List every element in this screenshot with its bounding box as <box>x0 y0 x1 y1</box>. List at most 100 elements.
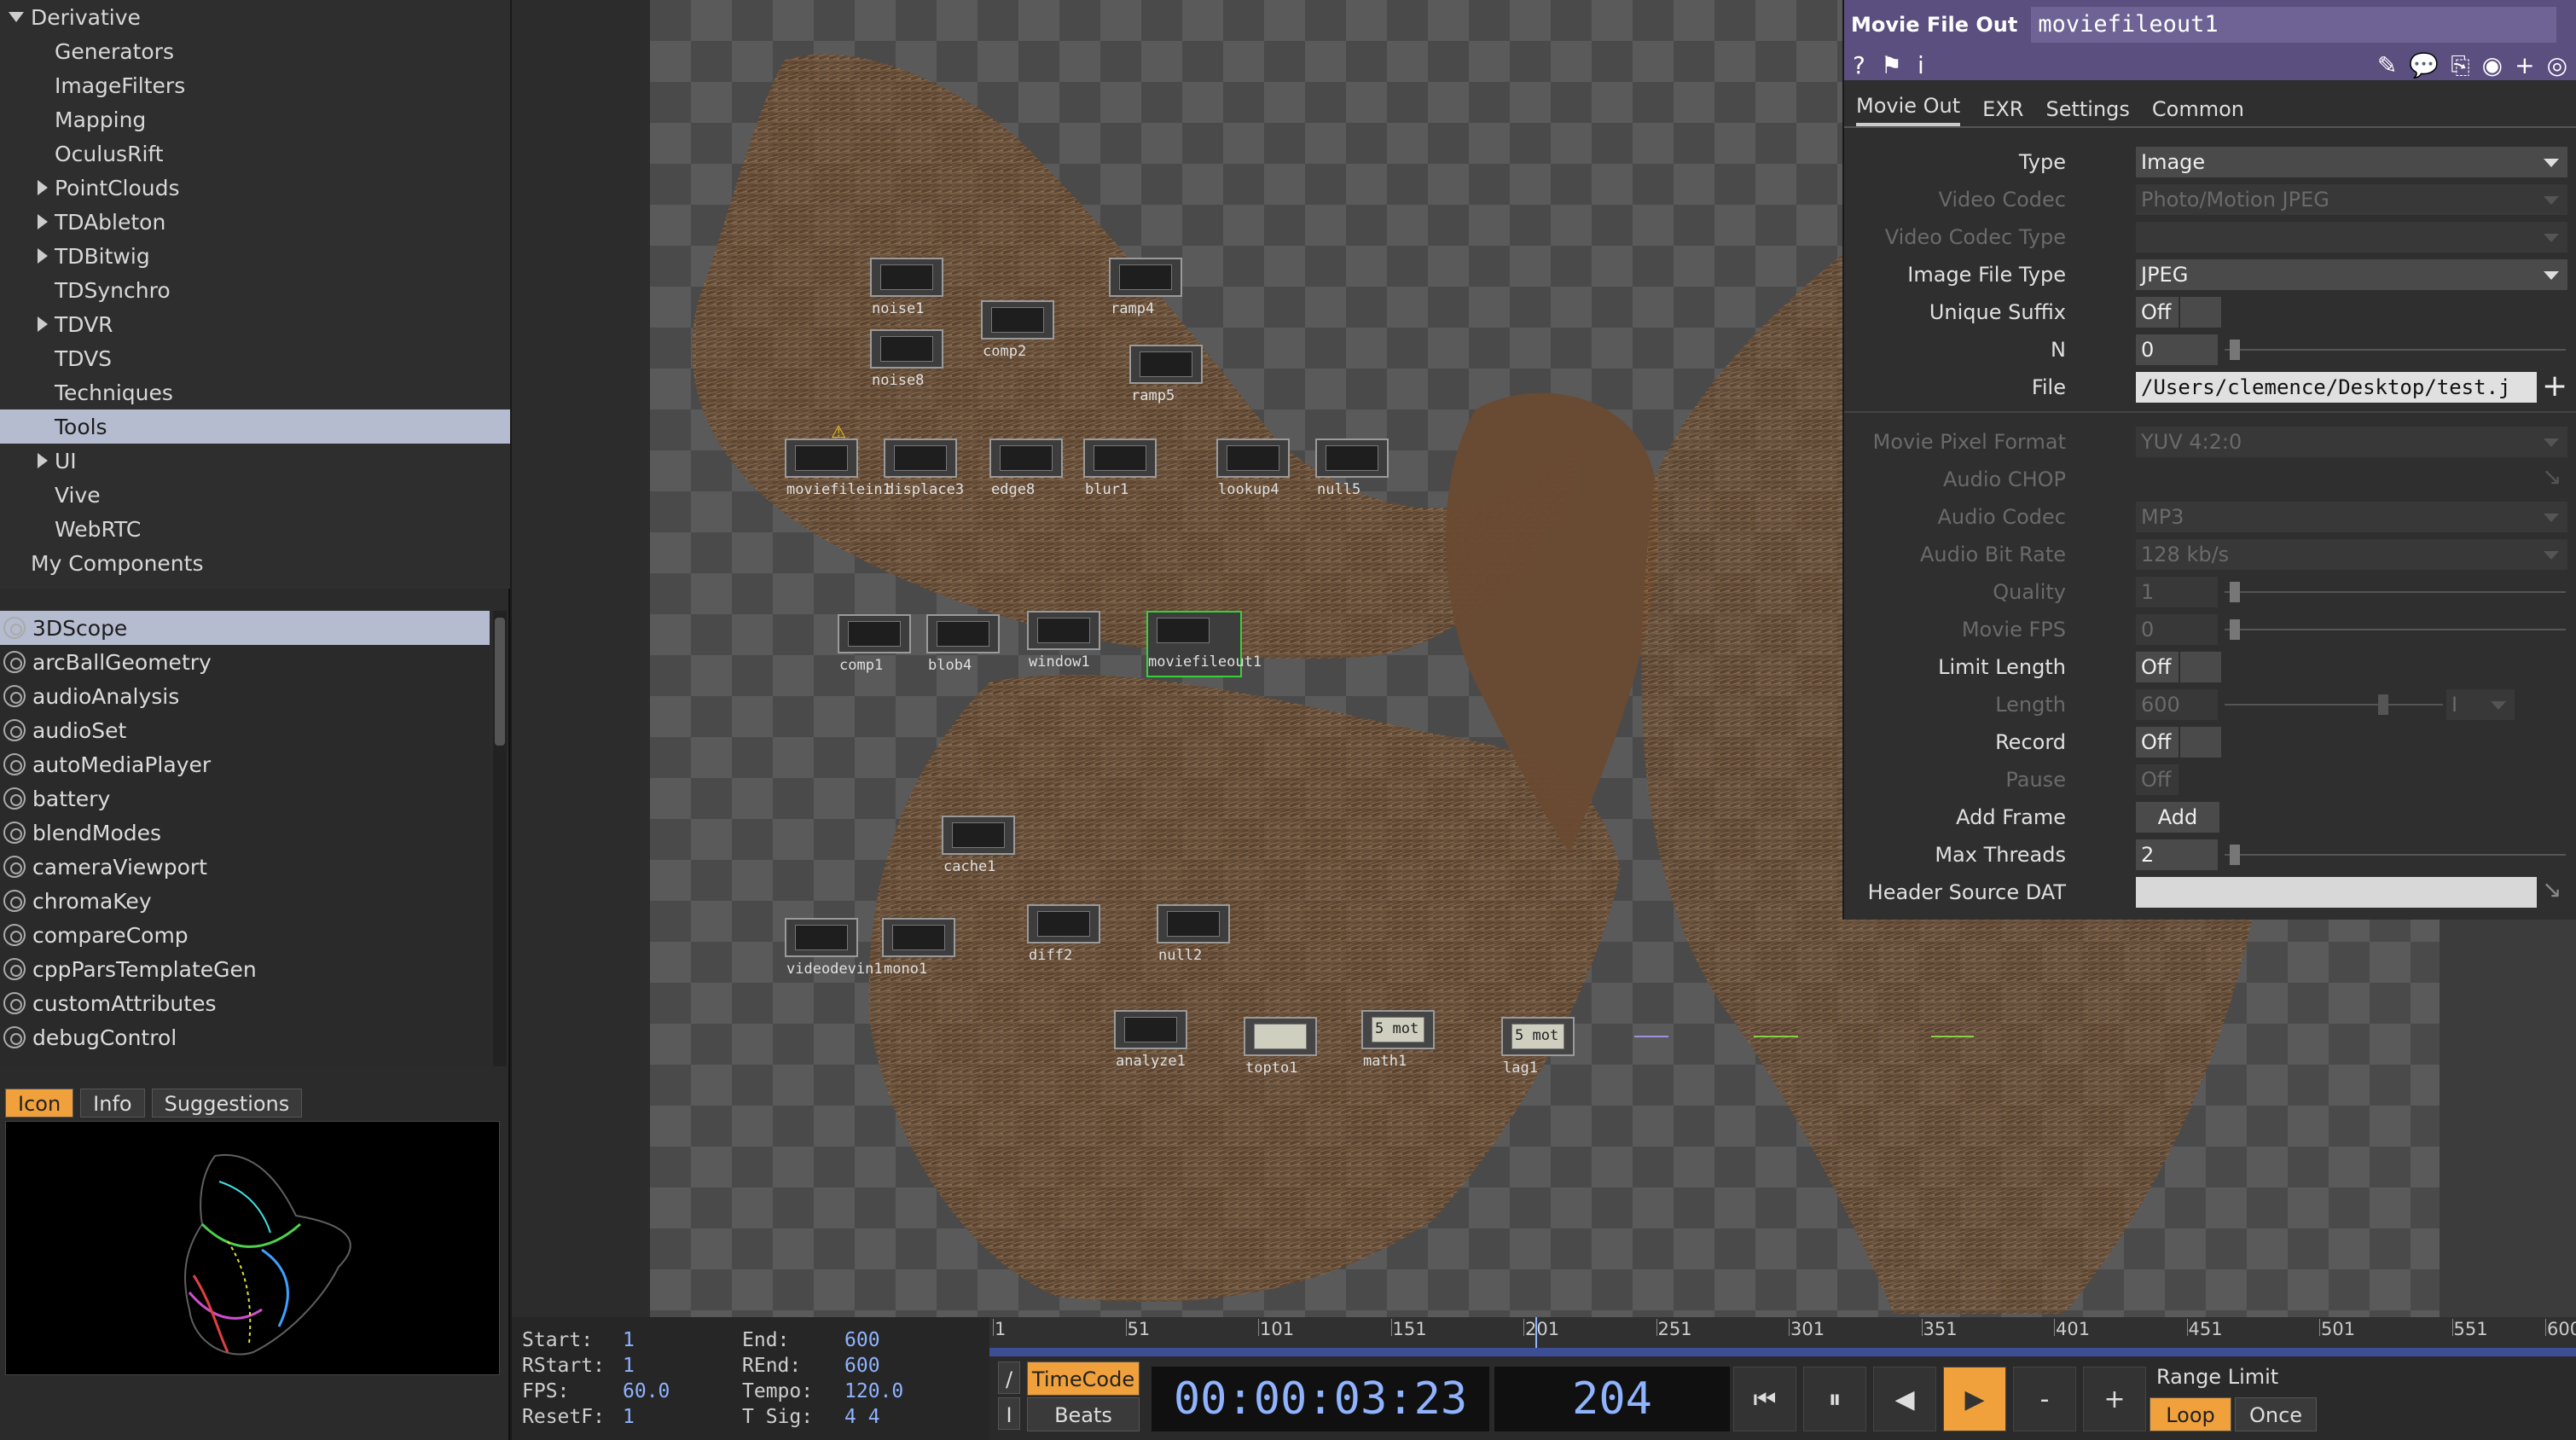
tree-item-tdvr[interactable]: TDVR <box>0 307 510 341</box>
once-button[interactable]: Once <box>2235 1397 2317 1431</box>
param-tab-movie-out[interactable]: Movie Out <box>1856 94 1961 126</box>
tree-item-vive[interactable]: Vive <box>0 478 510 512</box>
tree-item-tdableton[interactable]: TDAbleton <box>0 205 510 239</box>
expand-triangle-icon[interactable] <box>38 214 48 229</box>
step-plus-button[interactable]: + <box>2083 1367 2146 1431</box>
tree-item-techniques[interactable]: Techniques <box>0 375 510 409</box>
time-info-value[interactable]: 4 4 <box>844 1406 880 1428</box>
param-slider-knob[interactable] <box>2230 845 2240 865</box>
param-file-field[interactable]: /Users/clemence/Desktop/test.j <box>2136 372 2537 403</box>
time-info-fps[interactable]: FPS: 60.0 <box>522 1380 670 1402</box>
tab-info[interactable]: Info <box>80 1089 145 1118</box>
comment-icon[interactable]: 💬 <box>2409 51 2439 80</box>
operator-node-lookup4[interactable]: lookup4 <box>1216 438 1290 498</box>
param-tab-settings[interactable]: Settings <box>2045 97 2129 126</box>
time-info-value[interactable]: 600 <box>844 1355 880 1377</box>
operator-node-cache1[interactable]: cache1 <box>942 816 1015 875</box>
timecode-button[interactable]: TimeCode <box>1027 1362 1140 1396</box>
time-info-tempo[interactable]: Tempo: 120.0 <box>742 1380 903 1402</box>
time-info-value[interactable]: 60.0 <box>623 1380 670 1402</box>
component-item[interactable]: customAttributes <box>0 986 490 1020</box>
param-tab-exr[interactable]: EXR <box>1982 97 2023 126</box>
operator-node-lag1[interactable]: 5 mot lag1 <box>1501 1017 1575 1077</box>
time-info-tsig[interactable]: T Sig: 4 4 <box>742 1406 880 1428</box>
tree-item-generators[interactable]: Generators <box>0 34 510 68</box>
component-item[interactable]: blendModes <box>0 816 490 850</box>
component-list-scrollbar[interactable] <box>493 611 507 1066</box>
component-item[interactable]: autoMediaPlayer <box>0 747 490 781</box>
param-dropdown[interactable]: JPEG <box>2136 259 2567 290</box>
toggle-box[interactable] <box>2180 297 2221 328</box>
operator-node-edge8[interactable]: edge8 <box>989 438 1063 498</box>
time-info-value[interactable]: 1 <box>623 1406 635 1428</box>
time-info-value[interactable]: 120.0 <box>844 1380 903 1402</box>
param-number-field[interactable]: 2 <box>2136 839 2218 870</box>
time-info-value[interactable]: 600 <box>844 1329 880 1351</box>
operator-node-blur1[interactable]: blur1 <box>1083 438 1157 498</box>
edit-icon[interactable]: ✎ <box>2377 51 2397 80</box>
component-item[interactable]: cppParsTemplateGen <box>0 952 490 986</box>
expand-triangle-icon[interactable] <box>38 316 48 332</box>
operator-node-mono1[interactable]: mono1 <box>882 918 955 978</box>
clone-icon[interactable]: ⎘ <box>2451 51 2469 80</box>
time-info-rstart[interactable]: RStart: 1 <box>522 1355 635 1377</box>
tree-item-derivative[interactable]: Derivative <box>0 0 510 34</box>
play-forward-button[interactable]: ▶ <box>1943 1367 2006 1431</box>
dat-reference-arrow-icon[interactable]: ↘ <box>2542 875 2561 903</box>
frame-display[interactable]: 204 <box>1494 1367 1730 1431</box>
time-info-value[interactable]: 1 <box>623 1329 635 1351</box>
toggle-box[interactable] <box>2180 727 2221 758</box>
operator-node-moviefilein1[interactable]: moviefilein1 ⚠ <box>785 421 891 498</box>
tree-item-tdvs[interactable]: TDVS <box>0 341 510 375</box>
warning-icon[interactable]: ⚠ <box>831 421 846 442</box>
expand-triangle-icon[interactable] <box>38 248 48 264</box>
add-icon[interactable]: + <box>2515 51 2534 80</box>
tree-item-imagefilters[interactable]: ImageFilters <box>0 68 510 102</box>
time-info-value[interactable]: 1 <box>623 1355 635 1377</box>
operator-node-math1[interactable]: 5 mot math1 <box>1361 1010 1435 1070</box>
collapse-triangle-icon[interactable] <box>9 12 24 22</box>
python-help-icon[interactable]: ⚑ <box>1881 51 1902 79</box>
operator-node-topto1[interactable]: topto1 <box>1244 1017 1317 1077</box>
python-icon[interactable]: ◉ <box>2482 51 2503 80</box>
bar-toggle[interactable]: I <box>998 1397 1020 1430</box>
component-item[interactable]: compareComp <box>0 918 490 952</box>
loop-button[interactable]: Loop <box>2150 1397 2231 1431</box>
operator-node-noise1[interactable]: noise1 <box>870 258 943 317</box>
param-number-field[interactable]: 0 <box>2136 334 2218 365</box>
slash-toggle[interactable]: / <box>998 1362 1020 1394</box>
time-info-end[interactable]: End: 600 <box>742 1329 880 1351</box>
tree-item-mapping[interactable]: Mapping <box>0 102 510 136</box>
tab-icon[interactable]: Icon <box>5 1089 74 1118</box>
op-name-field[interactable]: moviefileout1 <box>2031 7 2557 43</box>
operator-node-displace3[interactable]: displace3 <box>884 438 964 498</box>
param-dropdown[interactable]: Image <box>2136 147 2567 177</box>
beats-button[interactable]: Beats <box>1027 1397 1140 1431</box>
operator-node-comp1[interactable]: comp1 <box>838 614 911 674</box>
time-info-rend[interactable]: REnd: 600 <box>742 1355 880 1377</box>
operator-node-moviefileout1[interactable]: moviefileout1 <box>1146 611 1262 677</box>
step-back-button[interactable]: ◀ <box>1873 1367 1936 1431</box>
help-icon[interactable]: ? <box>1853 51 1865 79</box>
component-item[interactable]: audioAnalysis <box>0 679 490 713</box>
tree-item-my-components[interactable]: My Components <box>0 546 510 580</box>
file-browse-plus-icon[interactable]: + <box>2542 369 2567 404</box>
tree-item-webrtc[interactable]: WebRTC <box>0 512 510 546</box>
tree-item-ui[interactable]: UI <box>0 444 510 478</box>
param-toggle[interactable]: Off <box>2136 727 2179 758</box>
operator-node-ramp5[interactable]: ramp5 <box>1129 345 1203 404</box>
component-item[interactable]: debugControl <box>0 1020 490 1054</box>
info-icon[interactable]: i <box>1917 51 1924 79</box>
target-icon[interactable]: ◎ <box>2547 51 2567 80</box>
component-item[interactable]: chromaKey <box>0 884 490 918</box>
operator-node-comp2[interactable]: comp2 <box>981 300 1054 360</box>
component-item[interactable]: 3DScope <box>0 611 490 645</box>
add-frame-button[interactable]: Add <box>2136 802 2219 833</box>
expand-triangle-icon[interactable] <box>38 453 48 468</box>
operator-node-null5[interactable]: null5 <box>1315 438 1389 498</box>
tree-item-tdbitwig[interactable]: TDBitwig <box>0 239 510 273</box>
operator-node-blob4[interactable]: blob4 <box>926 614 1000 674</box>
step-minus-button[interactable]: - <box>2013 1367 2076 1431</box>
operator-node-noise8[interactable]: noise8 <box>870 329 943 389</box>
scrollbar-thumb[interactable] <box>495 618 505 746</box>
